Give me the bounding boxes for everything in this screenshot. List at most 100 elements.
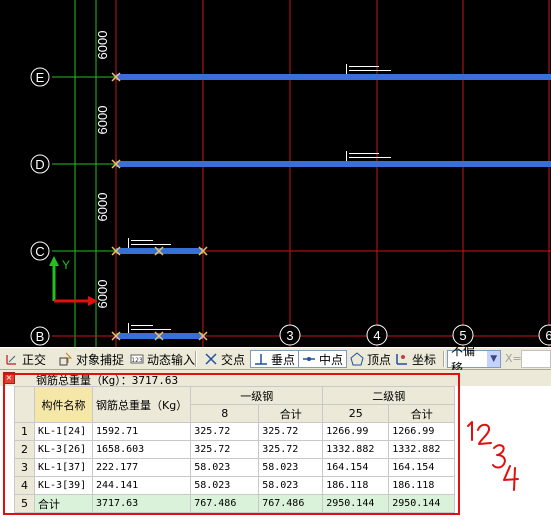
cell-g2-total[interactable]: 1266.99 — [388, 422, 456, 441]
intersection-label: 交点 — [221, 352, 246, 367]
vertex-button[interactable]: 顶点 — [347, 350, 394, 368]
column-header-g1-total[interactable]: 合计 — [258, 404, 324, 423]
column-header-g1-diameter[interactable]: 8 — [190, 404, 260, 423]
cell-name[interactable]: KL-3[26] — [34, 440, 93, 459]
dynamic-input-button[interactable]: 123 动态输入 — [127, 350, 198, 368]
cell-g1-total[interactable]: 58.023 — [258, 458, 324, 477]
midpoint-button[interactable]: 中点 — [298, 350, 348, 368]
cell-g1-total[interactable]: 767.486 — [258, 494, 324, 513]
midpoint-label: 中点 — [319, 352, 344, 367]
coordinate-label: 坐标 — [412, 352, 437, 367]
dimension-text: 6000 — [95, 280, 110, 309]
cell-name[interactable]: KL-3[39] — [34, 476, 93, 495]
dynamic-input-icon: 123 — [130, 354, 144, 364]
row-number: 5 — [14, 494, 35, 513]
dimension-text: 6000 — [95, 106, 110, 135]
axis-label-b: B — [36, 329, 45, 344]
cell-g2-total[interactable]: 164.154 — [388, 458, 456, 477]
panel-header: × 钢筋总重量（Kg）：3717.63 — [0, 370, 551, 387]
object-snap-label: 对象捕捉 — [76, 352, 125, 367]
cell-g1-dia[interactable]: 325.72 — [190, 440, 260, 459]
axis-label-6: 6 — [545, 328, 551, 343]
cell-g2-total[interactable]: 2950.144 — [388, 494, 456, 513]
x-field-label: X= — [505, 352, 522, 365]
perpendicular-label: 垂点 — [271, 352, 296, 367]
cell-total[interactable]: 1592.71 — [91, 422, 192, 441]
perpendicular-icon — [255, 354, 267, 365]
ucs-y-arrow — [49, 256, 59, 266]
cell-g2-dia[interactable]: 1266.99 — [322, 422, 390, 441]
object-snap-icon — [59, 352, 73, 366]
cell-g1-total[interactable]: 325.72 — [258, 440, 324, 459]
coordinate-icon — [396, 354, 407, 365]
cell-g2-dia[interactable]: 186.118 — [322, 476, 390, 495]
cell-name[interactable]: KL-1[24] — [34, 422, 93, 441]
snap-toolbar: 正交 对象捕捉 123 动态输入 交点 垂点 中点 顶点 坐标 不偏移 ▼ X= — [0, 344, 551, 375]
table-row[interactable]: 2 KL-3[26] 1658.603 325.72 325.72 1332.8… — [14, 440, 456, 459]
cell-g2-dia[interactable]: 2950.144 — [322, 494, 390, 513]
cell-total[interactable]: 1658.603 — [91, 440, 192, 459]
offset-select[interactable]: 不偏移 ▼ — [447, 344, 501, 375]
x-input[interactable] — [521, 350, 551, 368]
coordinate-button[interactable]: 坐标 — [392, 350, 439, 368]
handwritten-digit — [477, 423, 492, 445]
column-header-g2-diameter[interactable]: 25 — [322, 404, 390, 423]
handwritten-digit — [503, 465, 519, 491]
ortho-button[interactable]: 正交 — [2, 350, 49, 368]
ortho-label: 正交 — [22, 352, 47, 367]
column-header-total-weight[interactable]: 钢筋总重量（Kg） — [91, 386, 192, 423]
intersection-button[interactable]: 交点 — [201, 350, 248, 368]
cell-g1-total[interactable]: 58.023 — [258, 476, 324, 495]
cell-name[interactable]: 合计 — [34, 494, 93, 513]
row-number: 3 — [14, 458, 35, 477]
cell-name[interactable]: KL-1[37] — [34, 458, 93, 477]
row-number: 4 — [14, 476, 35, 495]
toolbar-separator — [443, 351, 445, 367]
cell-total[interactable]: 3717.63 — [91, 494, 192, 513]
cell-g2-dia[interactable]: 164.154 — [322, 458, 390, 477]
cell-total[interactable]: 244.141 — [91, 476, 192, 495]
table-row[interactable]: 4 KL-3[39] 244.141 58.023 58.023 186.118… — [14, 476, 456, 495]
column-header-g2-total[interactable]: 合计 — [388, 404, 456, 423]
svg-text:123: 123 — [131, 357, 143, 364]
vertex-icon — [350, 352, 364, 366]
table-row[interactable]: 3 KL-1[37] 222.177 58.023 58.023 164.154… — [14, 458, 456, 477]
axis-label-d: D — [35, 157, 44, 172]
handwritten-note — [467, 421, 519, 491]
object-snap-button[interactable]: 对象捕捉 — [56, 350, 127, 368]
column-header-component-name[interactable]: 构件名称 — [34, 386, 93, 423]
table-row[interactable]: 1 KL-1[24] 1592.71 325.72 325.72 1266.99… — [14, 422, 456, 441]
cad-drawing: E D C B 3 4 5 6 6000 6000 6000 6000 Y — [30, 0, 551, 347]
handwritten-digit — [467, 421, 473, 441]
axis-label-5: 5 — [459, 328, 466, 343]
cell-g2-total[interactable]: 186.118 — [388, 476, 456, 495]
cell-g1-total[interactable]: 325.72 — [258, 422, 324, 441]
handwritten-digit — [492, 444, 506, 469]
ortho-icon — [6, 355, 16, 365]
dimension-text: 6000 — [95, 193, 110, 222]
beam[interactable] — [116, 74, 551, 80]
row-number: 2 — [14, 440, 35, 459]
dynamic-input-label: 动态输入 — [147, 352, 196, 367]
column-header-grade1[interactable]: 一级钢 — [190, 386, 324, 405]
axis-label-4: 4 — [373, 328, 380, 343]
cell-g1-dia[interactable]: 767.486 — [190, 494, 260, 513]
cell-g1-dia[interactable]: 58.023 — [190, 476, 260, 495]
cell-g2-dia[interactable]: 1332.882 — [322, 440, 390, 459]
cell-g1-dia[interactable]: 58.023 — [190, 458, 260, 477]
beam-annotation-mark — [128, 64, 391, 333]
chevron-down-icon[interactable]: ▼ — [487, 351, 500, 367]
dimension-text: 6000 — [95, 31, 110, 60]
intersection-icon — [205, 353, 217, 365]
cell-g1-dia[interactable]: 325.72 — [190, 422, 260, 441]
cell-total[interactable]: 222.177 — [91, 458, 192, 477]
toolbar-separator — [195, 351, 197, 367]
cell-g2-total[interactable]: 1332.882 — [388, 440, 456, 459]
perpendicular-button[interactable]: 垂点 — [250, 350, 300, 368]
beam[interactable] — [116, 161, 551, 167]
axis-label-e: E — [36, 70, 45, 85]
column-header-grade2[interactable]: 二级钢 — [322, 386, 456, 405]
close-icon[interactable]: × — [3, 372, 15, 384]
cad-canvas[interactable]: E D C B 3 4 5 6 6000 6000 6000 6000 Y — [0, 0, 551, 347]
table-row-total[interactable]: 5 合计 3717.63 767.486 767.486 2950.144 29… — [14, 494, 456, 513]
